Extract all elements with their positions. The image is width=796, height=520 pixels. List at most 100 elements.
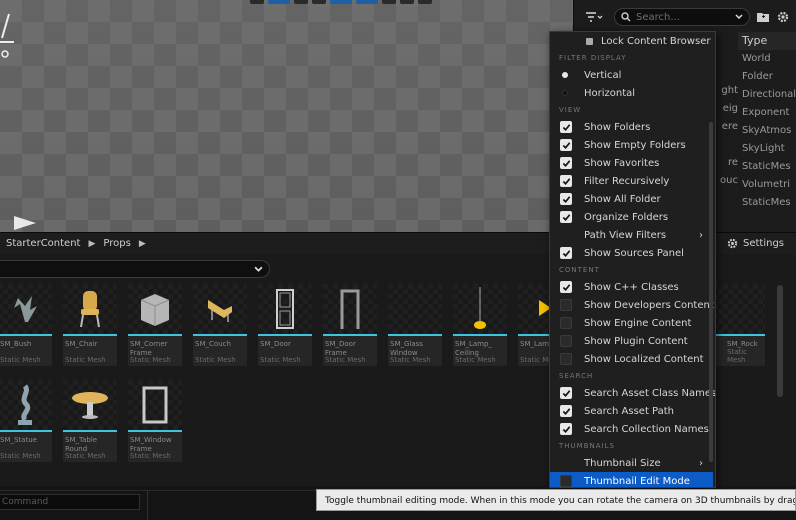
breadcrumb-item[interactable]: StarterContent xyxy=(6,238,80,249)
outliner-search-input[interactable]: Search... xyxy=(614,8,750,26)
asset-tile[interactable]: SM_Statue Static Mesh xyxy=(0,380,52,462)
corner-frame-thumbnail-icon xyxy=(140,294,170,326)
type-column-header[interactable]: Type xyxy=(738,32,796,50)
menu-item-search-collection-names[interactable]: Search Collection Names xyxy=(550,420,713,438)
asset-name: SM_Table Round xyxy=(65,436,98,453)
menu-item-label: Vertical xyxy=(584,69,622,81)
checkbox-checked-icon xyxy=(560,157,572,169)
toolbar-button[interactable] xyxy=(294,0,308,4)
type-cell[interactable]: Directional xyxy=(738,86,796,104)
toolbar-button[interactable] xyxy=(250,0,264,4)
menu-item-label: Organize Folders xyxy=(584,211,669,223)
asset-name: SM_Window Frame xyxy=(130,436,172,453)
asset-tile[interactable]: SM_Lamp_ Ceiling Static Mesh xyxy=(453,284,507,366)
menu-item-search-asset-path[interactable]: Search Asset Path xyxy=(550,402,713,420)
filter-icon xyxy=(586,12,603,22)
menu-item-show-cpp-classes[interactable]: Show C++ Classes xyxy=(550,278,713,296)
checkbox-checked-icon xyxy=(560,175,572,187)
outliner-label: ere xyxy=(721,121,738,132)
asset-tile[interactable]: SM_Bush Static Mesh xyxy=(0,284,52,366)
checkbox-checked-icon xyxy=(560,121,572,133)
menu-item-lock-content-browser[interactable]: Lock Content Browser xyxy=(550,32,713,50)
asset-tile[interactable]: SM_Glass Window Static Mesh xyxy=(388,284,442,366)
asset-name: SM_Glass Window xyxy=(390,340,423,357)
menu-item-show-localized-content[interactable]: Show Localized Content xyxy=(550,350,713,368)
checkbox-unchecked-icon xyxy=(560,299,572,311)
settings-button[interactable]: Settings xyxy=(715,232,796,254)
asset-filter-dropdown[interactable] xyxy=(0,260,270,278)
level-viewport[interactable] xyxy=(0,0,573,232)
toolbar-button-active[interactable] xyxy=(268,0,290,4)
menu-item-show-developers-content[interactable]: Show Developers Content xyxy=(550,296,714,314)
couch-thumbnail-icon xyxy=(208,300,232,322)
door-thumbnail-icon xyxy=(276,289,294,329)
filter-button[interactable] xyxy=(582,7,608,27)
grid-snap-button[interactable] xyxy=(330,0,352,4)
menu-item-show-empty-folders[interactable]: Show Empty Folders xyxy=(550,136,713,154)
asset-tile[interactable]: SM_Chair Static Mesh xyxy=(63,284,117,366)
menu-item-thumbnail-size[interactable]: Thumbnail Size › xyxy=(550,454,713,472)
type-cell[interactable]: StaticMes xyxy=(738,194,796,212)
type-cell[interactable]: SkyLight xyxy=(738,140,796,158)
menu-scrollbar[interactable] xyxy=(709,122,713,462)
type-cell[interactable]: World xyxy=(738,50,796,68)
rotation-snap-button[interactable] xyxy=(356,0,378,4)
menu-item-label: Show Folders xyxy=(584,121,651,133)
chevron-right-icon: › xyxy=(699,229,703,241)
lock-icon xyxy=(586,37,593,45)
checkbox-unchecked-icon xyxy=(560,335,572,347)
menu-item-label: Filter Recursively xyxy=(584,175,670,187)
asset-tile[interactable]: SM_Couch Static Mesh xyxy=(193,284,247,366)
round-table-thumbnail-icon xyxy=(72,392,108,419)
menu-item-search-asset-class-names[interactable]: Search Asset Class Names xyxy=(550,384,715,402)
asset-type: Static Mesh xyxy=(325,356,366,364)
menu-item-thumbnail-edit-mode[interactable]: Thumbnail Edit Mode xyxy=(550,472,713,487)
toolbar-button[interactable] xyxy=(418,0,432,4)
menu-item-label: Show C++ Classes xyxy=(584,281,679,293)
menu-item-organize-folders[interactable]: Organize Folders xyxy=(550,208,713,226)
type-cell[interactable]: SkyAtmos xyxy=(738,122,796,140)
asset-type: Static Mesh xyxy=(195,356,236,364)
menu-item-show-folders[interactable]: Show Folders xyxy=(550,118,713,136)
radio-unselected-icon xyxy=(562,90,568,96)
toolbar-button[interactable] xyxy=(400,0,414,4)
command-input[interactable]: Command xyxy=(0,494,140,510)
menu-item-path-view-filters[interactable]: Path View Filters › xyxy=(550,226,713,244)
asset-type: Static Mesh xyxy=(65,356,106,364)
toolbar-button[interactable] xyxy=(382,0,396,4)
asset-tile[interactable]: SM_Corner Frame Static Mesh xyxy=(128,284,182,366)
add-folder-icon[interactable] xyxy=(756,10,770,24)
type-cell[interactable]: Volumetri xyxy=(738,176,796,194)
checkbox-checked-icon xyxy=(560,281,572,293)
chevron-right-icon[interactable]: ▶ xyxy=(139,239,146,249)
type-cell[interactable]: Exponent xyxy=(738,104,796,122)
divider xyxy=(147,490,148,520)
chevron-right-icon: ▶ xyxy=(88,238,96,249)
asset-type: Static Mesh xyxy=(65,452,106,460)
asset-tile[interactable]: SM_Door Static Mesh xyxy=(258,284,312,366)
ceiling-lamp-thumbnail-icon xyxy=(474,287,486,329)
asset-grid-scrollbar[interactable] xyxy=(777,285,783,397)
asset-tile[interactable]: SM_Rock Static Mesh xyxy=(713,284,765,366)
toolbar-button[interactable] xyxy=(312,0,326,4)
outliner-label xyxy=(720,136,738,154)
menu-item-show-engine-content[interactable]: Show Engine Content xyxy=(550,314,713,332)
gear-icon[interactable] xyxy=(776,10,790,24)
asset-tile[interactable]: SM_Table Round Static Mesh xyxy=(63,380,117,462)
menu-item-horizontal[interactable]: Horizontal xyxy=(550,84,713,102)
transform-gizmo-icon[interactable] xyxy=(0,8,16,58)
menu-item-show-all-folder[interactable]: Show All Folder xyxy=(550,190,713,208)
asset-tile[interactable]: SM_Door Frame Static Mesh xyxy=(323,284,377,366)
menu-item-vertical[interactable]: Vertical xyxy=(550,66,713,84)
asset-tile[interactable]: SM_Window Frame Static Mesh xyxy=(128,380,182,462)
menu-item-filter-recursively[interactable]: Filter Recursively xyxy=(550,172,713,190)
gear-icon xyxy=(727,238,738,249)
menu-item-show-sources-panel[interactable]: Show Sources Panel xyxy=(550,244,713,262)
menu-item-show-favorites[interactable]: Show Favorites xyxy=(550,154,713,172)
type-cell[interactable]: Folder xyxy=(738,68,796,86)
menu-item-show-plugin-content[interactable]: Show Plugin Content xyxy=(550,332,713,350)
type-cell[interactable]: StaticMes xyxy=(738,158,796,176)
statue-thumbnail-icon xyxy=(18,384,32,425)
breadcrumb: StarterContent ▶ Props ▶ xyxy=(0,232,573,254)
breadcrumb-item[interactable]: Props xyxy=(103,238,130,249)
